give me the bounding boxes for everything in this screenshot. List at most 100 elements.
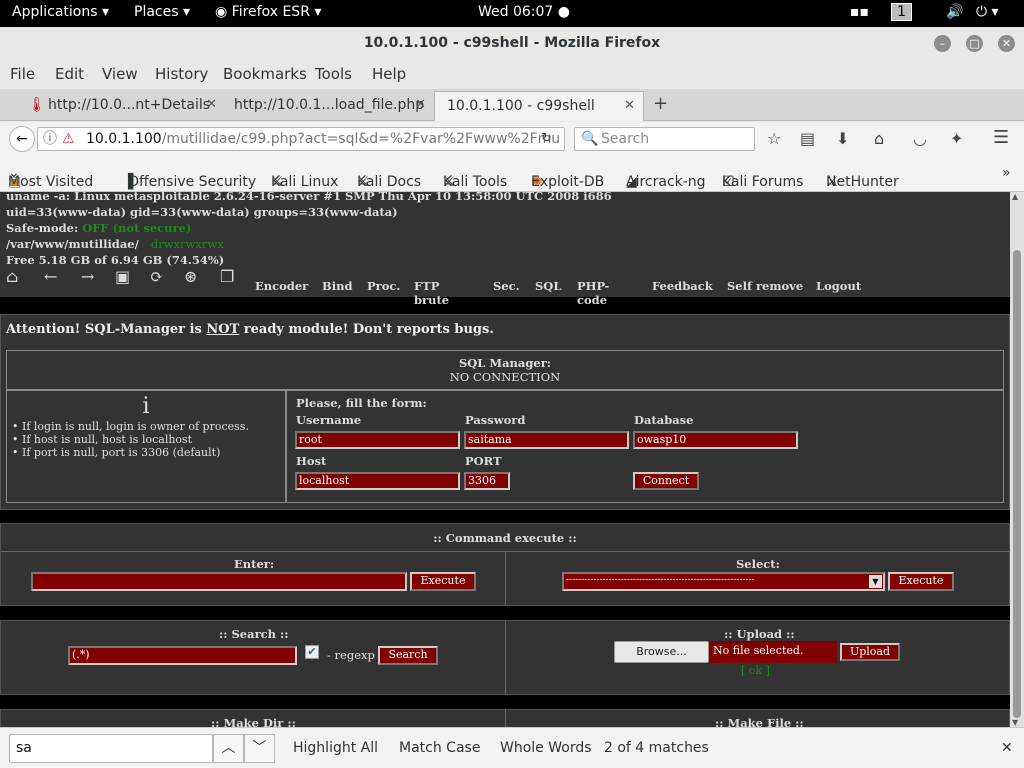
nav-proc[interactable]: Proc.	[367, 279, 400, 293]
nav-bind[interactable]: Bind	[322, 279, 353, 293]
path-link[interactable]: /var/www/mutillidae/	[6, 237, 139, 251]
navigation-bar: ← ⓘ ⚠ 10.0.1.100/mutillidae/c99.php?act=…	[0, 122, 1024, 156]
bookmarks-overflow-icon[interactable]: »	[1002, 165, 1011, 181]
command-input[interactable]	[31, 572, 407, 591]
page-scrollbar[interactable]: ▲ ▼	[1010, 192, 1024, 727]
buffer-icon[interactable]: ❐	[220, 267, 234, 286]
menu-file[interactable]: File	[10, 65, 35, 83]
page-content: uname -a: Linux metasploitable 2.6.24-16…	[0, 192, 1010, 727]
tab-1[interactable]: 🌡 http://10.0...nt+Details ✕	[20, 91, 225, 121]
nav-self-remove[interactable]: Self remove	[727, 279, 803, 293]
tab-close-icon[interactable]: ✕	[415, 91, 426, 119]
menu-tools[interactable]: Tools	[315, 65, 352, 83]
hamburger-menu-icon[interactable]: ☰	[993, 127, 1009, 148]
search-button[interactable]: Search	[378, 646, 438, 665]
search-pattern-input[interactable]: (.*)	[68, 646, 297, 665]
nav-encoder[interactable]: Encoder	[255, 279, 308, 293]
whole-words-toggle[interactable]: Whole Words	[500, 740, 592, 756]
connection-status: NO CONNECTION	[449, 370, 561, 384]
database-input[interactable]: owasp10	[633, 431, 798, 449]
path-line: /var/www/mutillidae/ drwxrwxrwx	[6, 237, 224, 251]
tab-close-icon[interactable]: ✕	[624, 92, 635, 120]
new-tab-icon[interactable]: +	[653, 93, 668, 114]
thermometer-icon: 🌡	[28, 97, 46, 113]
upload-button[interactable]: Upload	[840, 643, 900, 661]
execute-select-button[interactable]: Execute	[888, 572, 954, 591]
volume-icon[interactable]: 🔊	[946, 4, 963, 20]
bookmarks-toolbar: ▣ Most Visited ⌄ ▌ Offensive Security ⚔ Ka…	[0, 156, 1024, 192]
menu-bookmarks[interactable]: Bookmarks	[223, 65, 307, 83]
clock[interactable]: Wed 06:07 ●	[478, 4, 570, 20]
execute-button[interactable]: Execute	[410, 572, 476, 591]
tab-3-active[interactable]: 10.0.1.100 - c99shell ✕	[434, 91, 644, 121]
nav-sql[interactable]: SQL	[535, 279, 561, 293]
download-icon[interactable]: ⬇	[836, 129, 849, 148]
find-previous-icon[interactable]: ︿	[213, 734, 244, 763]
find-next-icon[interactable]: ﹀	[244, 734, 275, 763]
match-case-toggle[interactable]: Match Case	[399, 740, 480, 756]
applications-menu[interactable]: Applications ▾	[12, 4, 109, 20]
extension-icon[interactable]: ✦	[950, 129, 963, 148]
scroll-up-icon[interactable]: ▲	[1012, 192, 1018, 201]
nav-ftp-brute[interactable]: FTP brute	[414, 279, 449, 307]
browse-button[interactable]: Browse...	[614, 641, 709, 663]
back-icon[interactable]: ←	[9, 126, 35, 152]
free-space-line: Free 5.18 GB of 6.94 GB (74.54%)	[6, 253, 225, 267]
search-input[interactable]: 🔍 Search	[574, 127, 755, 151]
tab-strip: 🌡 http://10.0...nt+Details ✕ http://10.0…	[0, 89, 1024, 121]
star-icon[interactable]: ☆	[767, 129, 781, 148]
port-input[interactable]: 3306	[464, 472, 510, 490]
apps-icon[interactable]: ▪▪	[850, 4, 869, 20]
back-arrow-icon[interactable]: ←	[44, 267, 57, 286]
username-input[interactable]: root	[295, 431, 460, 449]
dropdown-arrow-icon: ▼	[869, 575, 882, 588]
reader-icon[interactable]: ▤	[800, 129, 815, 148]
firefox-app-menu[interactable]: ◉ Firefox ESR ▾	[215, 4, 321, 20]
menu-edit[interactable]: Edit	[55, 65, 84, 83]
pocket-icon[interactable]: ◡	[913, 129, 927, 148]
menu-history[interactable]: History	[155, 65, 208, 83]
scroll-down-icon[interactable]: ▼	[1012, 718, 1018, 727]
upload-ok-text: [ ok ]	[741, 664, 770, 677]
home-icon[interactable]: ⌂	[6, 267, 18, 286]
scrollbar-thumb[interactable]	[1013, 250, 1021, 718]
sql-form-box: Please, fill the form: Username Password…	[286, 390, 1004, 503]
sql-notes-box: i • If login is null, login is owner of …	[6, 390, 286, 503]
reload-icon[interactable]: ↻	[541, 131, 552, 146]
forward-arrow-icon[interactable]: →	[81, 267, 94, 286]
sql-attention: Attention! SQL-Manager is NOT ready modu…	[6, 322, 494, 337]
menu-help[interactable]: Help	[372, 65, 406, 83]
regexp-checkbox[interactable]: ✔	[305, 645, 319, 659]
menubar: File Edit View History Bookmarks Tools H…	[0, 59, 1024, 89]
bookmark-most-visited[interactable]: ▣ Most Visited ⌄	[8, 165, 93, 190]
nav-feedback[interactable]: Feedback	[652, 279, 713, 293]
firefox-icon: ◉	[215, 4, 228, 20]
connect-button[interactable]: Connect	[633, 472, 699, 490]
tab-close-icon[interactable]: ✕	[206, 91, 217, 119]
close-find-icon[interactable]: ✕	[1001, 740, 1013, 756]
up-folder-icon[interactable]: ▣	[115, 267, 130, 286]
close-window-icon[interactable]: ✕	[998, 35, 1015, 52]
refresh-icon[interactable]: ⟳	[150, 267, 163, 286]
command-select[interactable]: ----------------------------------------…	[562, 572, 885, 591]
host-input[interactable]: localhost	[295, 472, 460, 490]
workspace-indicator[interactable]: 1	[891, 3, 912, 21]
minimize-icon[interactable]: –	[934, 35, 951, 52]
nav-logout[interactable]: Logout	[816, 279, 861, 293]
tab-2[interactable]: http://10.0.1...load_file.php ✕	[222, 91, 434, 121]
nav-sec[interactable]: Sec.	[493, 279, 520, 293]
home-icon[interactable]: ⌂	[874, 129, 884, 148]
password-input[interactable]: saitama	[464, 431, 629, 449]
info-icon: i	[142, 394, 150, 419]
menu-view[interactable]: View	[102, 65, 138, 83]
find-input[interactable]: sa	[9, 734, 213, 763]
gnome-top-bar: Applications ▾ Places ▾ ◉ Firefox ESR ▾ …	[0, 0, 1024, 27]
search-files-icon[interactable]: ⊛	[184, 267, 197, 286]
power-icon[interactable]: ⏻ ▾	[976, 4, 999, 20]
command-execute-panel: :: Command execute :: Enter: Execute Sel…	[0, 523, 1010, 606]
places-menu[interactable]: Places ▾	[134, 4, 190, 20]
nav-php-code[interactable]: PHP-code	[577, 279, 609, 307]
highlight-all-toggle[interactable]: Highlight All	[293, 740, 378, 756]
url-bar[interactable]: ⓘ ⚠ 10.0.1.100/mutillidae/c99.php?act=sq…	[37, 127, 565, 151]
maximize-icon[interactable]: □	[966, 35, 983, 52]
